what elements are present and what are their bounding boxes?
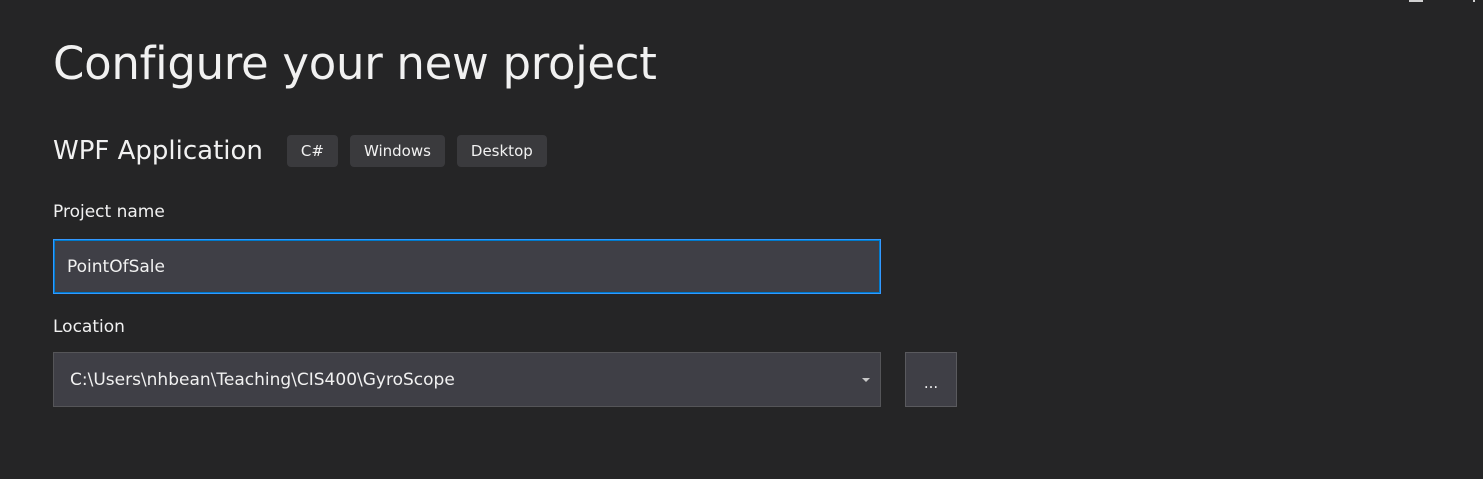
template-summary: WPF Application C# Windows Desktop [53, 134, 559, 168]
minimize-icon[interactable] [1409, 0, 1423, 2]
tag-project-type: Desktop [456, 135, 547, 167]
location-value: C:\Users\nhbean\Teaching\CIS400\GyroScop… [70, 369, 455, 390]
tag-language: C# [286, 135, 338, 167]
page-title: Configure your new project [53, 37, 657, 90]
project-name-input[interactable]: PointOfSale [53, 239, 881, 294]
project-name-label: Project name [53, 202, 165, 222]
project-name-value: PointOfSale [67, 256, 165, 277]
browse-button[interactable]: ... [905, 352, 957, 407]
template-name: WPF Application [53, 136, 263, 166]
chevron-down-icon[interactable] [862, 377, 870, 382]
tag-platform: Windows [349, 135, 445, 167]
window-corner-icon[interactable] [1473, 0, 1475, 2]
location-combobox[interactable]: C:\Users\nhbean\Teaching\CIS400\GyroScop… [53, 352, 881, 407]
window-controls [1409, 0, 1483, 4]
location-label: Location [53, 317, 125, 337]
configure-project-page: Configure your new project WPF Applicati… [0, 0, 1483, 479]
